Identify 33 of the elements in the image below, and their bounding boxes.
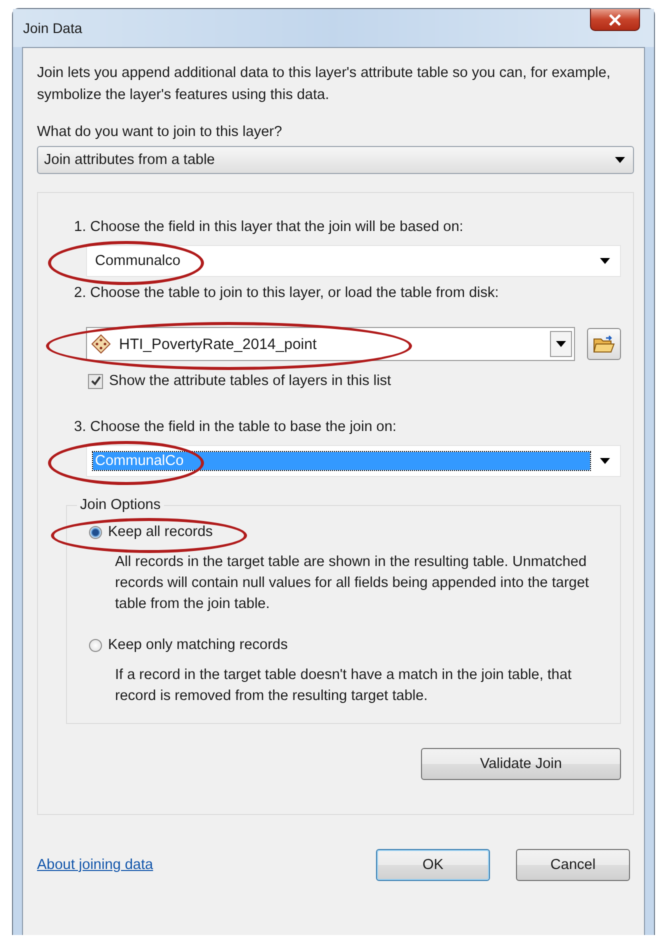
option-description: All records in the target table are shown in the resulting table. Unmatched records will contain null values for all fields being appended into the target table from the join table. bbox=[115, 553, 590, 614]
radio-button[interactable] bbox=[89, 526, 102, 538]
caret-icon bbox=[556, 341, 566, 347]
checkbox[interactable] bbox=[88, 374, 103, 388]
window-title: Join Data bbox=[23, 20, 82, 36]
dialog-button[interactable]: OK bbox=[376, 849, 490, 881]
dialog-button[interactable]: Cancel bbox=[516, 849, 630, 881]
folder-icon bbox=[593, 334, 615, 354]
step-label: 2. Choose the table to join to this layer, or load the table from disk: bbox=[74, 285, 500, 301]
description-text: Join lets you append additional data to this layer's attribute table so you can, for example, symbolize the layer's features using this data. bbox=[37, 64, 612, 105]
option-description: If a record in the target table doesn't have a match in the join table, that record is removed from the resulting target table. bbox=[115, 666, 573, 706]
radio-label: Keep only matching records bbox=[108, 637, 288, 653]
open-folder-button[interactable] bbox=[587, 328, 621, 360]
caret-icon bbox=[600, 458, 610, 464]
close-button[interactable] bbox=[590, 9, 640, 31]
group-title: Join Options bbox=[77, 497, 164, 513]
diamond-layer-icon bbox=[91, 334, 111, 354]
radio-button[interactable] bbox=[89, 638, 102, 652]
checkbox-label: Show the attribute tables of layers in this list bbox=[109, 373, 392, 389]
table-combo-box[interactable]: HTI_PovertyRate_2014_point bbox=[86, 327, 575, 361]
field-value: CommunalCo bbox=[93, 452, 590, 470]
validate-join-button[interactable]: Validate Join bbox=[421, 748, 621, 780]
field-dropdown[interactable]: Communalco bbox=[86, 245, 621, 277]
caret-icon bbox=[600, 258, 610, 264]
step-label: 1. Choose the field in this layer that the join will be based on: bbox=[74, 219, 464, 235]
field-value: Communalco bbox=[94, 252, 182, 270]
close-icon bbox=[608, 14, 622, 26]
join-type-dropdown[interactable]: Join attributes from a table bbox=[37, 146, 634, 174]
caret-icon bbox=[615, 157, 625, 163]
help-link[interactable]: About joining data bbox=[37, 857, 154, 873]
step-label: 3. Choose the field in the table to base the join on: bbox=[74, 419, 398, 435]
join-type-label: What do you want to join to this layer? bbox=[37, 124, 284, 140]
radio-label: Keep all records bbox=[108, 524, 213, 540]
